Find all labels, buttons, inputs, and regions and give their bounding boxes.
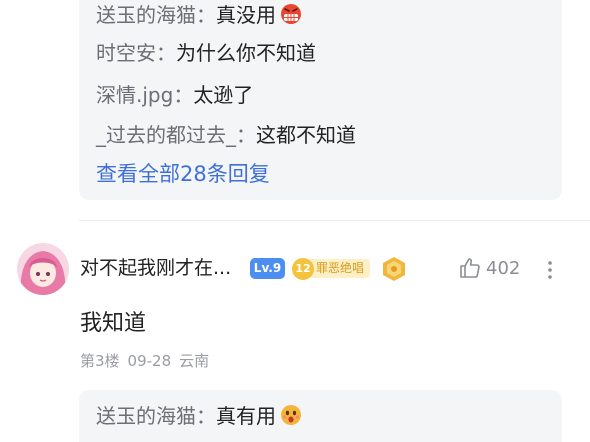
comment-username[interactable]: 对不起我刚才在... (80, 255, 231, 281)
more-options-icon[interactable] (546, 258, 554, 282)
hexagon-badge-icon (382, 256, 406, 282)
reply-line[interactable]: 深情.jpg：太逊了 (96, 82, 253, 108)
reply-text: 真没用 (216, 3, 276, 27)
reply-separator: ： (156, 41, 176, 65)
reply-text: 为什么你不知道 (176, 41, 316, 65)
reply-line[interactable]: _过去的都过去_：这都不知道 (96, 122, 356, 148)
reply-line[interactable]: 送玉的海猫：真有用 (96, 403, 302, 432)
comment-location: 云南 (179, 352, 210, 370)
reply-author[interactable]: 送玉的海猫 (96, 3, 196, 27)
comment-text: 我知道 (80, 311, 147, 336)
thumbs-up-icon (460, 258, 480, 278)
reply-preview-box[interactable]: 送玉的海猫：真有用 (79, 390, 562, 442)
reply-author[interactable]: 深情.jpg (96, 83, 173, 107)
comment-meta: 第3楼 09-28 云南 (80, 351, 217, 371)
reply-line[interactable]: 时空安：为什么你不知道 (96, 40, 316, 66)
reply-text: 这都不知道 (256, 123, 356, 147)
like-count: 402 (486, 257, 521, 279)
reply-separator: ： (196, 404, 216, 428)
reply-preview-box[interactable]: 送玉的海猫：真没用 时空安：为什么你不知道 深情.jpg：太逊了 _过去的都过去… (79, 0, 562, 200)
reply-separator: ： (173, 83, 194, 107)
comment-date: 09-28 (127, 352, 172, 370)
reply-line[interactable]: 送玉的海猫：真没用 (96, 2, 302, 31)
comment-divider (79, 220, 590, 221)
surprised-face-emoji-icon (280, 404, 302, 432)
fan-level: 12 (292, 257, 314, 280)
level-badge: Lv.9 (250, 258, 285, 279)
reply-author[interactable]: 送玉的海猫 (96, 404, 196, 428)
reply-author[interactable]: 时空安 (96, 41, 156, 65)
floor-number: 第3楼 (80, 352, 120, 370)
avatar[interactable] (17, 243, 69, 295)
reply-text: 太逊了 (193, 83, 254, 107)
fan-badge[interactable]: 12 罪恶绝唱 (292, 257, 371, 280)
reply-separator: ： (196, 3, 216, 27)
like-button[interactable]: 402 (458, 256, 520, 280)
reply-author[interactable]: _过去的都过去_ (96, 123, 236, 147)
reply-separator: ： (236, 123, 256, 147)
reply-text: 真有用 (216, 404, 276, 428)
angry-face-emoji-icon (280, 3, 302, 31)
fan-badge-name: 罪恶绝唱 (306, 259, 371, 278)
view-all-replies-link[interactable]: 查看全部28条回复 (96, 160, 270, 188)
